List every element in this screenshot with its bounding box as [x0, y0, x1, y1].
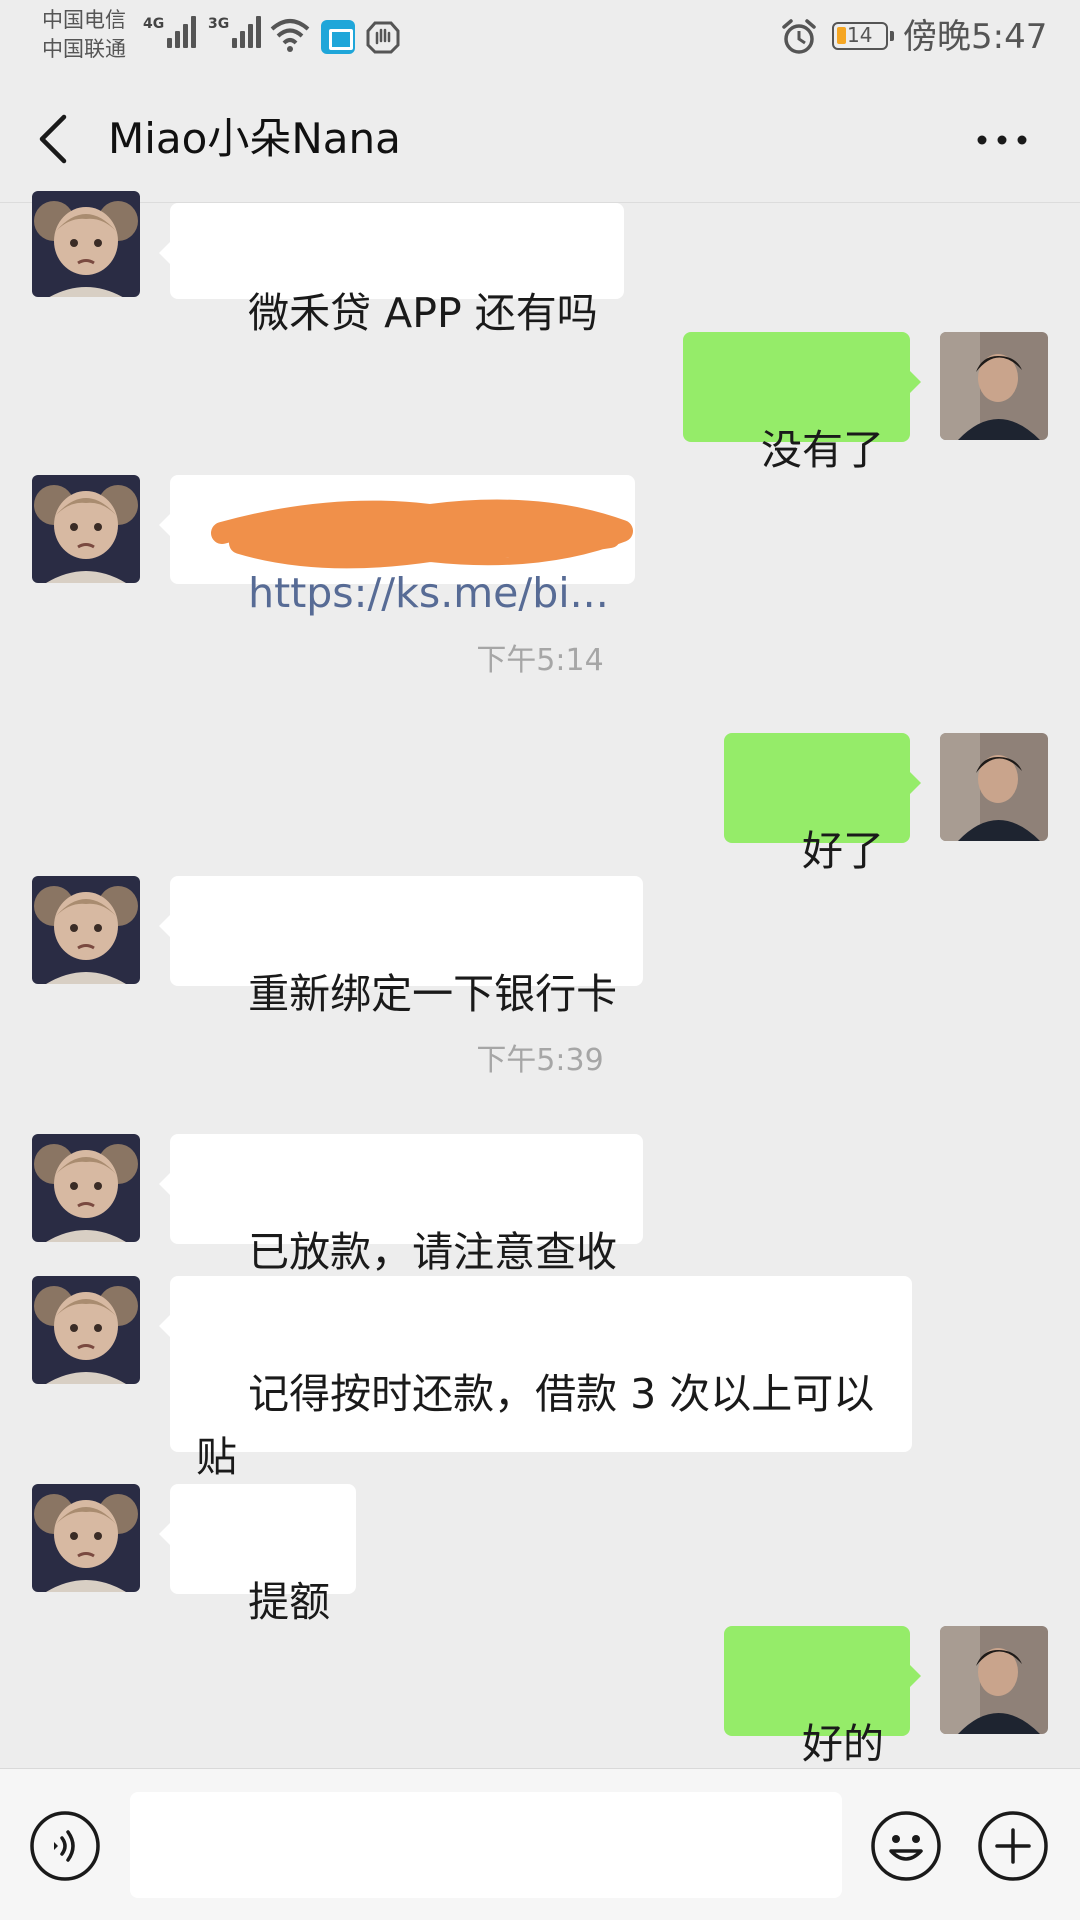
message-bubble[interactable]: 微禾贷 APP 还有吗	[159, 203, 624, 337]
message-input[interactable]	[130, 1792, 842, 1898]
book-app-icon	[321, 20, 355, 54]
back-button[interactable]	[30, 111, 80, 167]
carrier-1: 中国电信	[42, 8, 126, 32]
message-bubble[interactable]: 重新绑定一下银行卡	[158, 876, 644, 1018]
timestamp: 下午5:14	[476, 643, 604, 678]
contact-avatar[interactable]	[32, 475, 140, 583]
self-avatar[interactable]	[940, 1626, 1048, 1734]
contact-avatar[interactable]	[32, 876, 140, 984]
network-3g-label: 3G	[208, 16, 230, 32]
message-text: 好的	[802, 1720, 884, 1768]
contact-avatar[interactable]	[32, 1134, 140, 1242]
signal-3g-icon: 3G	[208, 16, 264, 48]
hand-app-icon	[366, 21, 400, 54]
message-text: 记得按时还款，借款 3 次以上可以 贴	[196, 1370, 875, 1481]
alarm-icon	[782, 19, 816, 54]
message-text: 已放款，请注意查收	[248, 1228, 618, 1276]
status-time: 傍晚5:47	[903, 17, 1048, 57]
emoji-button[interactable]	[869, 1809, 943, 1883]
carrier-names: 中国电信 中国联通	[42, 6, 126, 64]
message-text: 重新绑定一下银行卡	[248, 970, 618, 1018]
chat-title: Miao小朵Nana	[108, 114, 401, 163]
link-message-bubble[interactable]: https://ks.me/bi...	[159, 475, 635, 617]
message-text: 好了	[802, 827, 884, 875]
battery-level: 14	[847, 23, 873, 47]
message-bubble[interactable]: 记得按时还款，借款 3 次以上可以 贴	[159, 1276, 912, 1481]
carrier-2: 中国联通	[42, 37, 126, 61]
battery-icon: 14	[832, 22, 894, 50]
input-bar	[0, 1768, 1080, 1920]
network-4g-label: 4G	[143, 16, 165, 32]
contact-avatar[interactable]	[32, 1276, 140, 1384]
message-bubble[interactable]: 好的	[723, 1626, 922, 1768]
message-bubble[interactable]: 已放款，请注意查收	[158, 1134, 644, 1276]
message-text: 微禾贷 APP 还有吗	[248, 289, 598, 337]
wifi-icon	[270, 19, 310, 52]
chat-header: Miao小朵Nana	[0, 75, 1080, 203]
message-text: 没有了	[761, 426, 884, 474]
message-link[interactable]: https://ks.me/bi...	[248, 569, 609, 617]
voice-button[interactable]	[28, 1809, 102, 1883]
self-avatar[interactable]	[940, 332, 1048, 440]
more-options-button[interactable]	[972, 115, 1032, 165]
signal-4g-icon: 4G	[143, 16, 199, 48]
message-text: 提额	[248, 1578, 331, 1626]
contact-avatar[interactable]	[32, 191, 140, 297]
more-functions-button[interactable]	[976, 1809, 1050, 1883]
redaction-scribble	[211, 499, 633, 569]
message-bubble[interactable]: 提额	[158, 1484, 357, 1626]
status-bar: 中国电信 中国联通 4G 3G 14 傍晚5:47	[0, 0, 1080, 75]
timestamp: 下午5:39	[476, 1043, 604, 1078]
message-bubble[interactable]: 好了	[723, 733, 922, 875]
self-avatar[interactable]	[940, 733, 1048, 841]
contact-avatar[interactable]	[32, 1484, 140, 1592]
message-bubble[interactable]: 没有了	[682, 332, 922, 474]
